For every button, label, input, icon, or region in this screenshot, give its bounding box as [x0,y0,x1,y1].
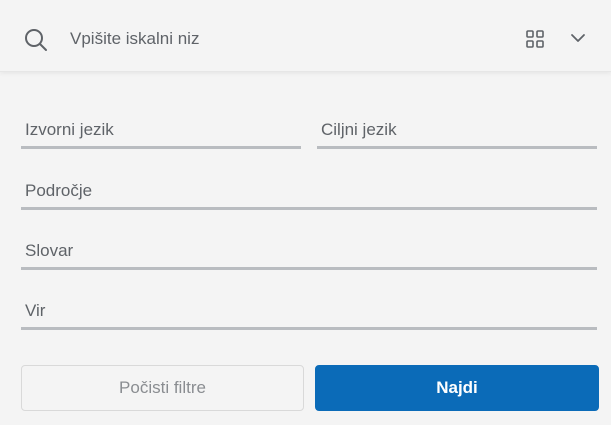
search-button[interactable]: Najdi [315,365,599,411]
target-language-label: Ciljni jezik [321,120,397,139]
domain-field[interactable]: Področje [21,176,597,210]
source-label: Vir [25,301,46,320]
domain-label: Področje [25,181,93,200]
chevron-down-icon[interactable] [570,32,586,44]
target-language-field[interactable]: Ciljni jezik [317,115,597,149]
search-icon[interactable] [24,28,48,52]
clear-filters-label: Počisti filtre [119,378,206,397]
clear-filters-button[interactable]: Počisti filtre [21,365,304,411]
source-language-field[interactable]: Izvorni jezik [21,115,301,149]
grid-icon[interactable] [526,30,544,48]
search-input[interactable] [70,22,490,56]
search-button-label: Najdi [436,378,478,397]
dictionary-label: Slovar [25,241,74,260]
source-field[interactable]: Vir [21,296,597,330]
search-bar [0,0,611,72]
dictionary-field[interactable]: Slovar [21,236,597,270]
source-language-label: Izvorni jezik [25,120,114,139]
